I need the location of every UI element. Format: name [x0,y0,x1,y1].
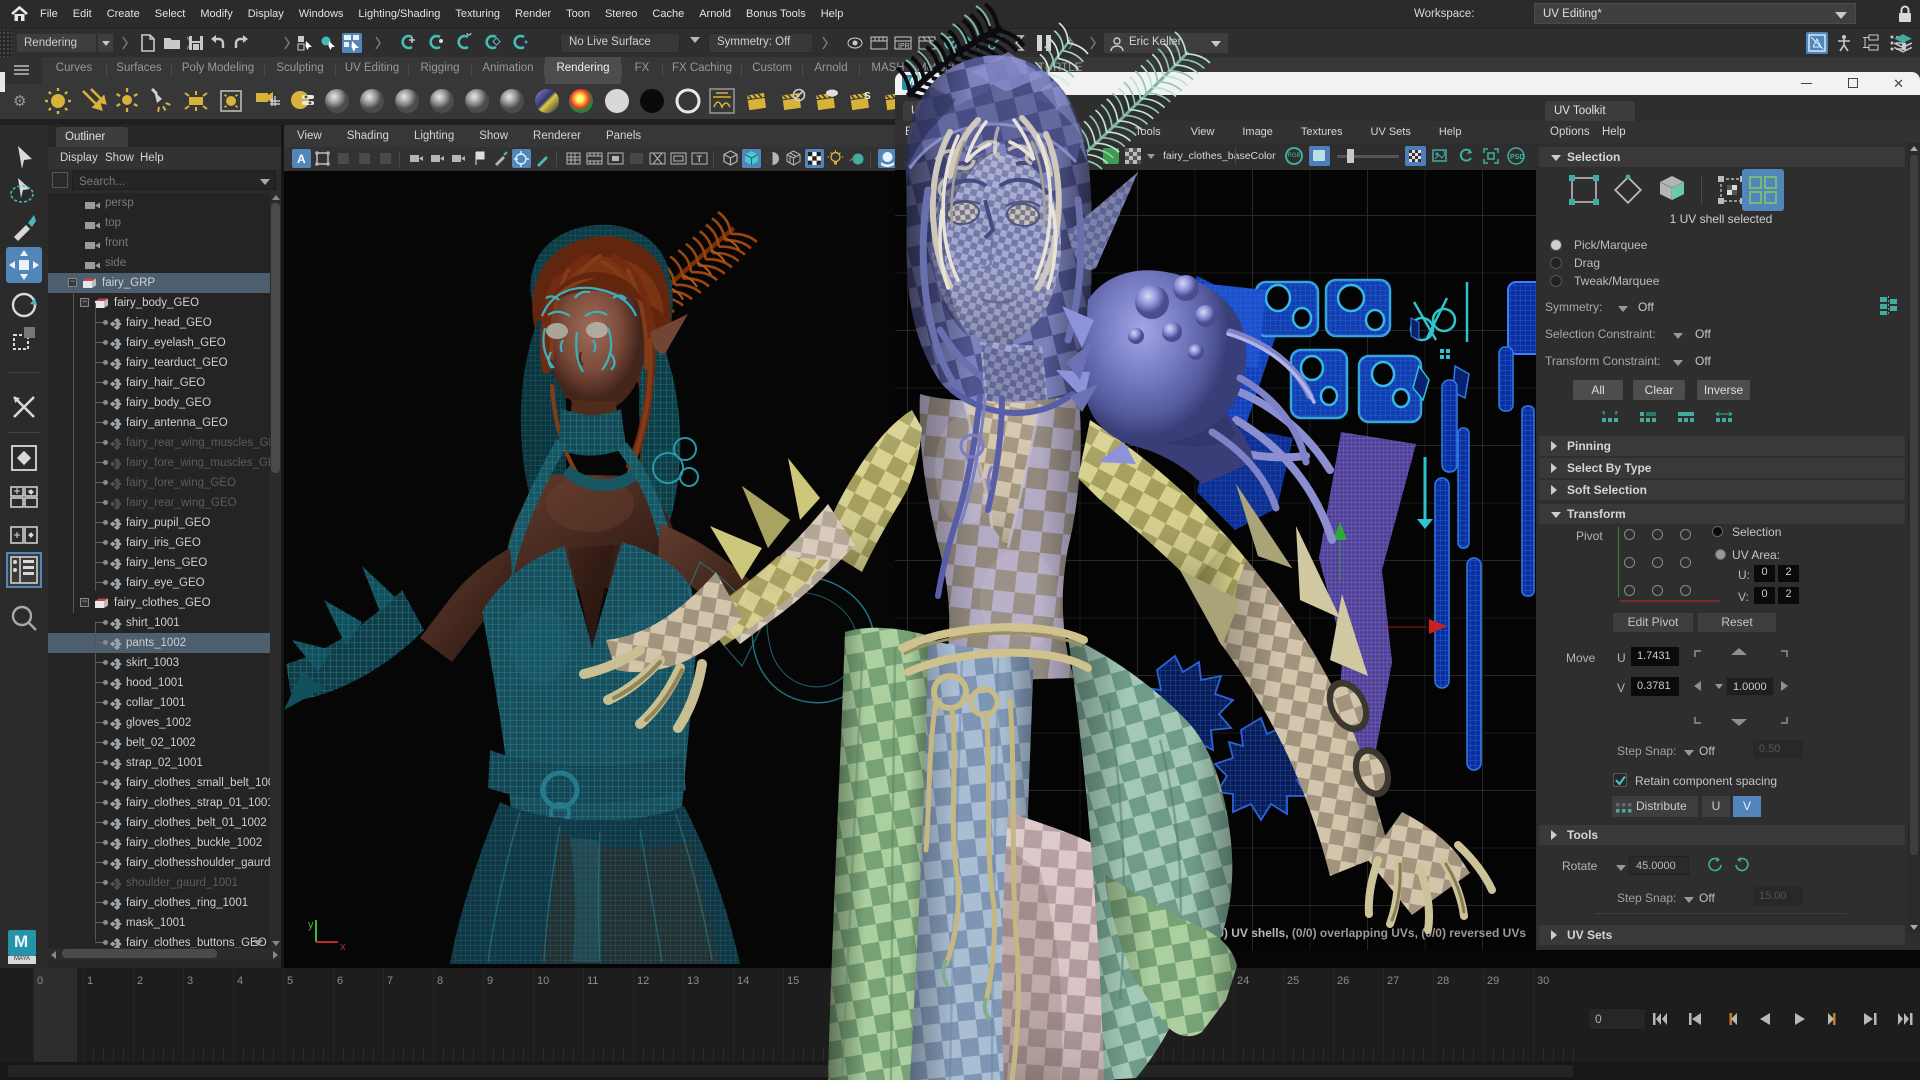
svg-text:y: y [308,919,314,931]
svg-text:x: x [340,941,346,953]
